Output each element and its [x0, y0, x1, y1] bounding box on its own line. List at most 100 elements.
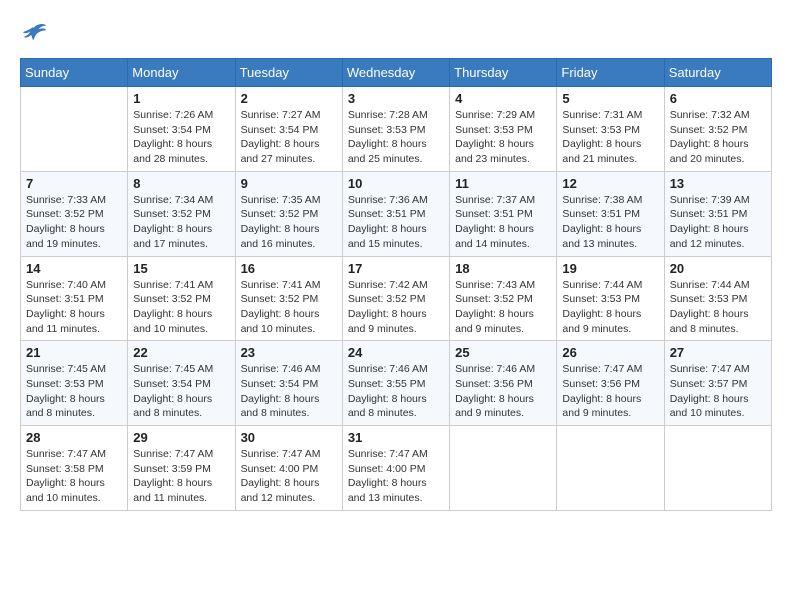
calendar-cell: 23 Sunrise: 7:46 AM Sunset: 3:54 PM Dayli… [235, 341, 342, 426]
calendar-week-row: 28 Sunrise: 7:47 AM Sunset: 3:58 PM Dayli… [21, 426, 772, 511]
day-info: Sunrise: 7:35 AM Sunset: 3:52 PM Dayligh… [241, 193, 337, 252]
weekday-header-wednesday: Wednesday [342, 59, 449, 87]
day-number: 12 [562, 176, 658, 191]
calendar-cell: 12 Sunrise: 7:38 AM Sunset: 3:51 PM Dayli… [557, 171, 664, 256]
calendar-week-row: 21 Sunrise: 7:45 AM Sunset: 3:53 PM Dayli… [21, 341, 772, 426]
day-info: Sunrise: 7:29 AM Sunset: 3:53 PM Dayligh… [455, 108, 551, 167]
day-number: 21 [26, 345, 122, 360]
day-info: Sunrise: 7:44 AM Sunset: 3:53 PM Dayligh… [562, 278, 658, 337]
day-info: Sunrise: 7:39 AM Sunset: 3:51 PM Dayligh… [670, 193, 766, 252]
day-info: Sunrise: 7:27 AM Sunset: 3:54 PM Dayligh… [241, 108, 337, 167]
day-number: 22 [133, 345, 229, 360]
logo [20, 20, 52, 48]
page-header [20, 20, 772, 48]
day-info: Sunrise: 7:32 AM Sunset: 3:52 PM Dayligh… [670, 108, 766, 167]
day-number: 23 [241, 345, 337, 360]
calendar-cell: 25Sunrise: 7:46 AM Sunset: 3:56 PM Dayli… [450, 341, 557, 426]
day-info: Sunrise: 7:47 AM Sunset: 3:59 PM Dayligh… [133, 447, 229, 506]
day-number: 7 [26, 176, 122, 191]
day-number: 14 [26, 261, 122, 276]
calendar-cell: 1 Sunrise: 7:26 AM Sunset: 3:54 PM Daylig… [128, 87, 235, 172]
day-info: Sunrise: 7:41 AM Sunset: 3:52 PM Dayligh… [241, 278, 337, 337]
calendar-cell: 28 Sunrise: 7:47 AM Sunset: 3:58 PM Dayli… [21, 426, 128, 511]
calendar-cell: 17 Sunrise: 7:42 AM Sunset: 3:52 PM Dayli… [342, 256, 449, 341]
day-number: 16 [241, 261, 337, 276]
calendar-cell: 11Sunrise: 7:37 AM Sunset: 3:51 PM Dayli… [450, 171, 557, 256]
calendar-cell: 6 Sunrise: 7:32 AM Sunset: 3:52 PM Daylig… [664, 87, 771, 172]
calendar-cell: 31 Sunrise: 7:47 AM Sunset: 4:00 PM Dayli… [342, 426, 449, 511]
day-number: 2 [241, 91, 337, 106]
day-info: Sunrise: 7:43 AM Sunset: 3:52 PM Dayligh… [455, 278, 551, 337]
day-number: 31 [348, 430, 444, 445]
day-info: Sunrise: 7:46 AM Sunset: 3:54 PM Dayligh… [241, 362, 337, 421]
calendar-cell: 3Sunrise: 7:28 AM Sunset: 3:53 PM Daylig… [342, 87, 449, 172]
weekday-header-friday: Friday [557, 59, 664, 87]
calendar-week-row: 14Sunrise: 7:40 AM Sunset: 3:51 PM Dayli… [21, 256, 772, 341]
day-info: Sunrise: 7:38 AM Sunset: 3:51 PM Dayligh… [562, 193, 658, 252]
calendar-week-row: 7 Sunrise: 7:33 AM Sunset: 3:52 PM Daylig… [21, 171, 772, 256]
day-number: 27 [670, 345, 766, 360]
calendar-cell: 14Sunrise: 7:40 AM Sunset: 3:51 PM Dayli… [21, 256, 128, 341]
calendar-cell: 5Sunrise: 7:31 AM Sunset: 3:53 PM Daylig… [557, 87, 664, 172]
day-number: 6 [670, 91, 766, 106]
day-number: 20 [670, 261, 766, 276]
day-number: 11 [455, 176, 551, 191]
calendar-week-row: 1 Sunrise: 7:26 AM Sunset: 3:54 PM Daylig… [21, 87, 772, 172]
calendar-cell: 4 Sunrise: 7:29 AM Sunset: 3:53 PM Daylig… [450, 87, 557, 172]
day-info: Sunrise: 7:45 AM Sunset: 3:53 PM Dayligh… [26, 362, 122, 421]
weekday-header-monday: Monday [128, 59, 235, 87]
calendar-cell: 7 Sunrise: 7:33 AM Sunset: 3:52 PM Daylig… [21, 171, 128, 256]
weekday-header-thursday: Thursday [450, 59, 557, 87]
calendar-cell: 27 Sunrise: 7:47 AM Sunset: 3:57 PM Dayli… [664, 341, 771, 426]
day-number: 17 [348, 261, 444, 276]
day-number: 13 [670, 176, 766, 191]
day-info: Sunrise: 7:33 AM Sunset: 3:52 PM Dayligh… [26, 193, 122, 252]
calendar-cell [664, 426, 771, 511]
calendar-cell: 24Sunrise: 7:46 AM Sunset: 3:55 PM Dayli… [342, 341, 449, 426]
day-number: 10 [348, 176, 444, 191]
calendar-cell: 2 Sunrise: 7:27 AM Sunset: 3:54 PM Daylig… [235, 87, 342, 172]
day-number: 1 [133, 91, 229, 106]
day-number: 8 [133, 176, 229, 191]
day-number: 9 [241, 176, 337, 191]
day-number: 19 [562, 261, 658, 276]
day-info: Sunrise: 7:47 AM Sunset: 4:00 PM Dayligh… [241, 447, 337, 506]
calendar-cell: 22Sunrise: 7:45 AM Sunset: 3:54 PM Dayli… [128, 341, 235, 426]
day-info: Sunrise: 7:47 AM Sunset: 3:58 PM Dayligh… [26, 447, 122, 506]
day-number: 28 [26, 430, 122, 445]
calendar-cell [557, 426, 664, 511]
calendar-cell: 8 Sunrise: 7:34 AM Sunset: 3:52 PM Daylig… [128, 171, 235, 256]
calendar-cell: 26Sunrise: 7:47 AM Sunset: 3:56 PM Dayli… [557, 341, 664, 426]
calendar-cell: 9 Sunrise: 7:35 AM Sunset: 3:52 PM Daylig… [235, 171, 342, 256]
day-info: Sunrise: 7:47 AM Sunset: 3:57 PM Dayligh… [670, 362, 766, 421]
calendar-cell: 16 Sunrise: 7:41 AM Sunset: 3:52 PM Dayli… [235, 256, 342, 341]
calendar-cell: 15 Sunrise: 7:41 AM Sunset: 3:52 PM Dayli… [128, 256, 235, 341]
calendar-cell: 18 Sunrise: 7:43 AM Sunset: 3:52 PM Dayli… [450, 256, 557, 341]
calendar-cell: 19 Sunrise: 7:44 AM Sunset: 3:53 PM Dayli… [557, 256, 664, 341]
day-info: Sunrise: 7:44 AM Sunset: 3:53 PM Dayligh… [670, 278, 766, 337]
weekday-header-sunday: Sunday [21, 59, 128, 87]
calendar-cell: 10 Sunrise: 7:36 AM Sunset: 3:51 PM Dayli… [342, 171, 449, 256]
calendar-cell [450, 426, 557, 511]
day-number: 18 [455, 261, 551, 276]
day-number: 4 [455, 91, 551, 106]
day-info: Sunrise: 7:42 AM Sunset: 3:52 PM Dayligh… [348, 278, 444, 337]
day-info: Sunrise: 7:41 AM Sunset: 3:52 PM Dayligh… [133, 278, 229, 337]
calendar-cell: 13 Sunrise: 7:39 AM Sunset: 3:51 PM Dayli… [664, 171, 771, 256]
calendar-cell [21, 87, 128, 172]
day-info: Sunrise: 7:47 AM Sunset: 4:00 PM Dayligh… [348, 447, 444, 506]
calendar-cell: 29 Sunrise: 7:47 AM Sunset: 3:59 PM Dayli… [128, 426, 235, 511]
day-info: Sunrise: 7:34 AM Sunset: 3:52 PM Dayligh… [133, 193, 229, 252]
day-number: 15 [133, 261, 229, 276]
calendar-table: SundayMondayTuesdayWednesdayThursdayFrid… [20, 58, 772, 511]
day-info: Sunrise: 7:47 AM Sunset: 3:56 PM Dayligh… [562, 362, 658, 421]
day-info: Sunrise: 7:36 AM Sunset: 3:51 PM Dayligh… [348, 193, 444, 252]
day-info: Sunrise: 7:46 AM Sunset: 3:55 PM Dayligh… [348, 362, 444, 421]
day-info: Sunrise: 7:26 AM Sunset: 3:54 PM Dayligh… [133, 108, 229, 167]
day-number: 3 [348, 91, 444, 106]
day-number: 30 [241, 430, 337, 445]
calendar-cell: 20 Sunrise: 7:44 AM Sunset: 3:53 PM Dayli… [664, 256, 771, 341]
day-number: 5 [562, 91, 658, 106]
weekday-header-saturday: Saturday [664, 59, 771, 87]
day-number: 29 [133, 430, 229, 445]
